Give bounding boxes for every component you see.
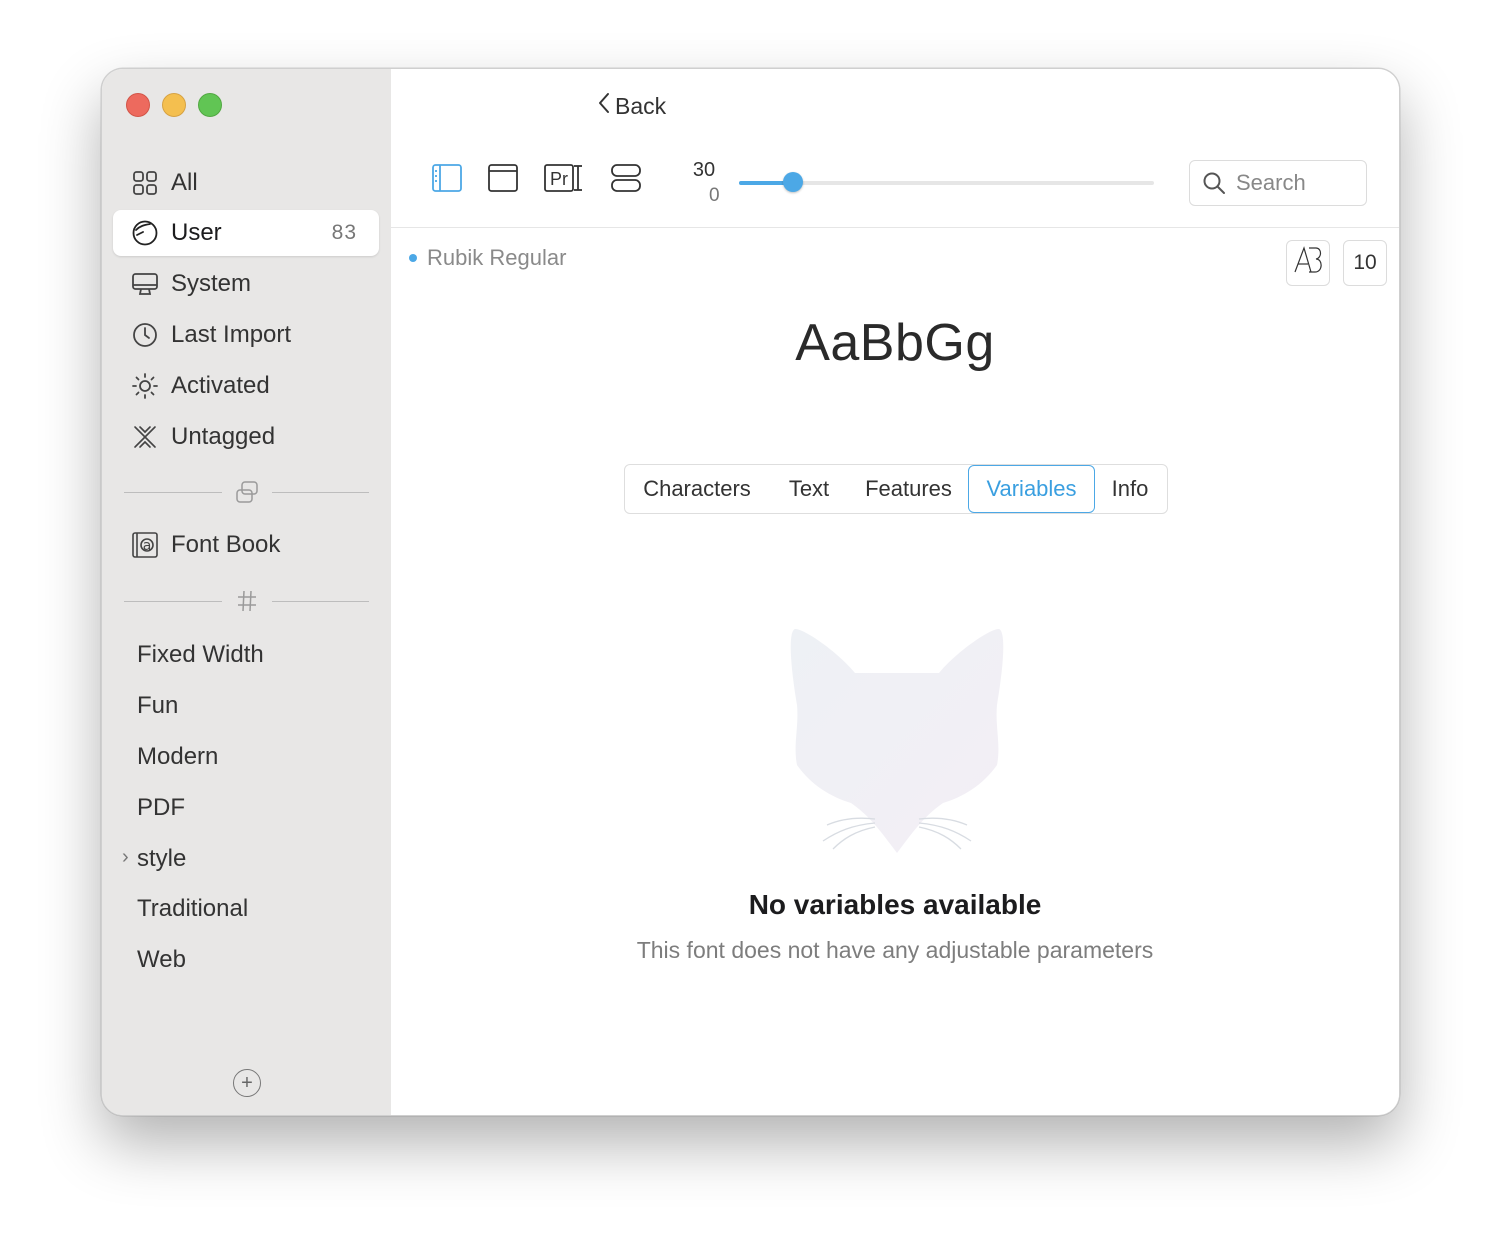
- sidebar-item-label: System: [171, 270, 252, 297]
- grid-icon: [131, 169, 159, 197]
- sidebar-item-activated[interactable]: Activated: [113, 363, 379, 409]
- sidebar-item-label: Font Book: [171, 531, 281, 558]
- chevron-left-icon: [597, 92, 611, 120]
- user-icon: [131, 219, 159, 247]
- font-preview: AaBbGg: [795, 314, 995, 372]
- sun-icon: [131, 372, 159, 400]
- back-label: Back: [615, 92, 667, 119]
- hashtag-icon: [222, 589, 272, 613]
- sidebar-item-label: User: [171, 219, 222, 246]
- collections-icon: [222, 480, 272, 504]
- active-dot-icon: [409, 254, 417, 262]
- tab-variables[interactable]: Variables: [968, 465, 1095, 513]
- search-icon: [1202, 171, 1226, 195]
- item-count-badge: 83: [331, 221, 357, 244]
- text-preview-icon[interactable]: Pr: [543, 163, 585, 198]
- minimize-window-button[interactable]: [162, 93, 186, 117]
- tab-characters[interactable]: Characters: [625, 465, 769, 513]
- tab-info[interactable]: Info: [1095, 465, 1165, 513]
- font-name-label: Rubik Regular: [427, 245, 567, 270]
- sidebar-item-all[interactable]: All: [113, 160, 379, 206]
- tag-item-web[interactable]: Web: [137, 946, 186, 974]
- tab-bar: Characters Text Features Variables Info: [624, 464, 1168, 514]
- font-style-icon: [1292, 245, 1324, 281]
- untagged-icon: [131, 423, 159, 451]
- search-field[interactable]: [1189, 160, 1367, 206]
- sidebar-item-last-import[interactable]: Last Import: [113, 312, 379, 358]
- toolbar-divider: [391, 227, 1399, 228]
- monitor-icon: [131, 270, 159, 298]
- plus-icon: +: [241, 1072, 253, 1094]
- list-view-icon[interactable]: [610, 163, 642, 198]
- tag-item-fun[interactable]: Fun: [137, 692, 178, 720]
- empty-state-title: No variables available: [748, 889, 1042, 920]
- size-value: 30: [692, 159, 716, 181]
- glyph-style-button[interactable]: [1286, 240, 1330, 286]
- tag-item-traditional[interactable]: Traditional: [137, 895, 248, 923]
- add-tag-button[interactable]: +: [233, 1069, 261, 1097]
- tab-features[interactable]: Features: [849, 465, 968, 513]
- size-slider[interactable]: [739, 172, 1154, 192]
- size-min-value: 0: [709, 185, 720, 206]
- sidebar-item-label: Activated: [171, 372, 270, 399]
- sidebar-view-icon[interactable]: [431, 163, 463, 198]
- sidebar-item-untagged[interactable]: Untagged: [113, 414, 379, 460]
- slider-knob[interactable]: [783, 172, 803, 192]
- sidebar-item-user[interactable]: User 83: [113, 210, 379, 256]
- sidebar: All User 83 System Last Import Activated…: [102, 69, 391, 1115]
- tag-item-style[interactable]: style: [137, 845, 186, 873]
- sidebar-item-label: Last Import: [171, 321, 292, 348]
- sidebar-item-label: All: [171, 169, 198, 196]
- tag-item-modern[interactable]: Modern: [137, 743, 218, 771]
- sidebar-item-system[interactable]: System: [113, 261, 379, 307]
- empty-state-subtitle: This font does not have any adjustable p…: [636, 937, 1154, 963]
- tag-item-fixed-width[interactable]: Fixed Width: [137, 641, 264, 669]
- tag-item-pdf[interactable]: PDF: [137, 794, 185, 822]
- window-view-icon[interactable]: [487, 163, 519, 198]
- sidebar-item-font-book[interactable]: a Font Book: [113, 522, 379, 568]
- size-box[interactable]: 10: [1343, 240, 1387, 286]
- font-title: Rubik Regular: [409, 245, 566, 271]
- font-book-icon: a: [131, 531, 159, 559]
- sidebar-item-label: Untagged: [171, 423, 276, 450]
- back-button[interactable]: Back: [597, 89, 666, 123]
- chevron-right-icon[interactable]: ›: [122, 846, 129, 869]
- search-input[interactable]: [1234, 169, 1358, 197]
- close-window-button[interactable]: [126, 93, 150, 117]
- tab-text[interactable]: Text: [769, 465, 849, 513]
- clock-icon: [131, 321, 159, 349]
- main-pane: Back Pr 30 0 Search Rubik Regular 10 AaB…: [391, 69, 1399, 1115]
- collections-divider: [124, 477, 369, 507]
- app-window: All User 83 System Last Import Activated…: [101, 68, 1400, 1116]
- svg-text:Pr: Pr: [550, 169, 568, 189]
- tags-divider: [124, 586, 369, 616]
- fox-mascot-icon: [783, 627, 1013, 864]
- zoom-window-button[interactable]: [198, 93, 222, 117]
